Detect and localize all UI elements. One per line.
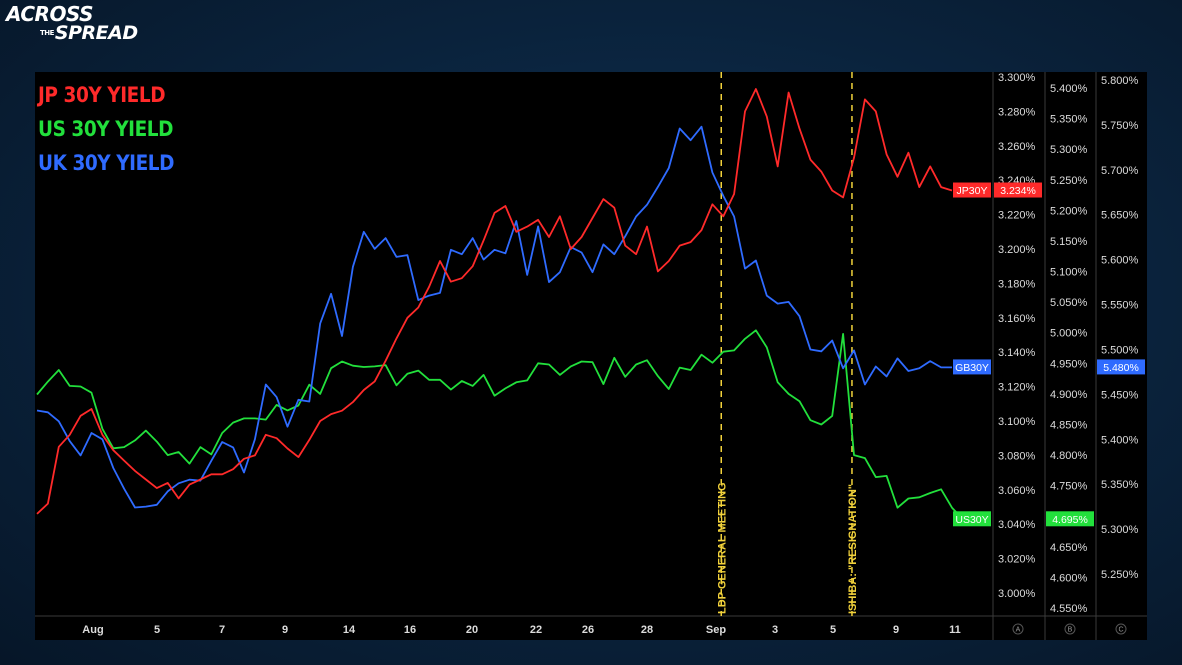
y-tick-label-b: 4.650% [1050, 542, 1088, 554]
y-tick-label-a: 3.180% [998, 278, 1036, 290]
y-tick-label-c: 5.800% [1101, 75, 1139, 87]
y-tick-label-c: 5.500% [1101, 344, 1139, 356]
value-tag-jp30y: 3.234% [1000, 185, 1036, 197]
y-tick-label-c: 5.550% [1101, 300, 1139, 312]
y-tick-label-b: 4.750% [1050, 481, 1088, 493]
event-label-ishiba: ISHIBA: "RESIGNATION" [847, 484, 859, 614]
y-tick-label-c: 5.350% [1101, 479, 1139, 491]
x-tick-label: 9 [282, 624, 288, 636]
value-tag-gb30y: 5.480% [1103, 362, 1139, 374]
y-tick-label-a: 3.200% [998, 244, 1036, 256]
y-tick-label-a: 3.020% [998, 554, 1036, 566]
y-tick-label-a: 3.060% [998, 485, 1036, 497]
y-tick-label-c: 5.750% [1101, 120, 1139, 132]
y-tick-label-b: 5.300% [1050, 144, 1088, 156]
y-tick-label-a: 3.300% [998, 72, 1036, 84]
x-tick-label: 26 [582, 624, 594, 636]
y-tick-label-b: 4.950% [1050, 358, 1088, 370]
tag-name-gb30y: GB30Y [955, 362, 989, 374]
legend-jp: JP 30Y YIELD [38, 83, 166, 107]
y-tick-label-c: 5.650% [1101, 210, 1139, 222]
y-tick-label-b: 5.000% [1050, 328, 1088, 340]
tag-name-jp30y: JP30Y [957, 185, 988, 197]
x-tick-label: 20 [466, 624, 478, 636]
y-tick-label-a: 3.140% [998, 347, 1036, 359]
x-tick-label: 14 [343, 624, 356, 636]
y-tick-label-b: 4.550% [1050, 603, 1088, 615]
y-tick-label-a: 3.120% [998, 382, 1036, 394]
y-tick-label-a: 3.100% [998, 416, 1036, 428]
legend-uk: UK 30Y YIELD [38, 151, 175, 175]
y-tick-label-b: 5.100% [1050, 267, 1088, 279]
y-tick-label-b: 5.050% [1050, 297, 1088, 309]
x-tick-label: 5 [154, 624, 160, 636]
series-line-gb30y [36, 125, 952, 509]
scale-badge-label: A [1016, 627, 1021, 634]
y-tick-label-b: 4.800% [1050, 450, 1088, 462]
x-tick-label: 28 [641, 624, 653, 636]
y-tick-label-b: 4.600% [1050, 572, 1088, 584]
y-tick-label-c: 5.250% [1101, 569, 1139, 581]
y-tick-label-a: 3.220% [998, 210, 1036, 222]
y-tick-label-a: 3.160% [998, 313, 1036, 325]
y-tick-label-c: 5.300% [1101, 524, 1139, 536]
legend-us: US 30Y YIELD [38, 117, 174, 141]
y-tick-label-a: 3.040% [998, 519, 1036, 531]
chart-legend: JP 30Y YIELD US 30Y YIELD UK 30Y YIELD [38, 78, 193, 180]
tag-name-us30y: US30Y [955, 514, 988, 526]
series-line-us30y [36, 329, 964, 520]
y-tick-label-b: 5.250% [1050, 175, 1088, 187]
x-tick-label: 5 [830, 624, 836, 636]
scale-badge-label: C [1118, 627, 1123, 634]
x-tick-label: Aug [82, 624, 103, 636]
y-tick-label-a: 3.280% [998, 106, 1036, 118]
y-tick-label-b: 4.900% [1050, 389, 1088, 401]
x-tick-label: 9 [893, 624, 899, 636]
y-tick-label-c: 5.600% [1101, 255, 1139, 267]
y-tick-label-a: 3.000% [998, 588, 1036, 600]
y-tick-label-c: 5.400% [1101, 434, 1139, 446]
x-tick-label: Sep [706, 624, 726, 636]
y-tick-label-a: 3.080% [998, 450, 1036, 462]
y-tick-label-b: 5.400% [1050, 83, 1088, 95]
y-tick-label-a: 3.260% [998, 141, 1036, 153]
event-label-ldp: LDP GENERAL MEETING [716, 482, 728, 614]
value-tag-us30y: 4.695% [1052, 514, 1088, 526]
x-tick-label: 22 [530, 624, 542, 636]
y-tick-label-c: 5.450% [1101, 389, 1139, 401]
y-tick-label-b: 5.350% [1050, 114, 1088, 126]
y-tick-label-b: 5.150% [1050, 236, 1088, 248]
y-tick-label-c: 5.700% [1101, 165, 1139, 177]
x-tick-label: 7 [219, 624, 225, 636]
y-tick-label-b: 4.850% [1050, 419, 1088, 431]
scale-badge-label: B [1068, 627, 1073, 634]
x-tick-label: 3 [772, 624, 778, 636]
x-tick-label: 11 [949, 624, 961, 636]
x-tick-label: 16 [404, 624, 416, 636]
y-tick-label-b: 5.200% [1050, 205, 1088, 217]
